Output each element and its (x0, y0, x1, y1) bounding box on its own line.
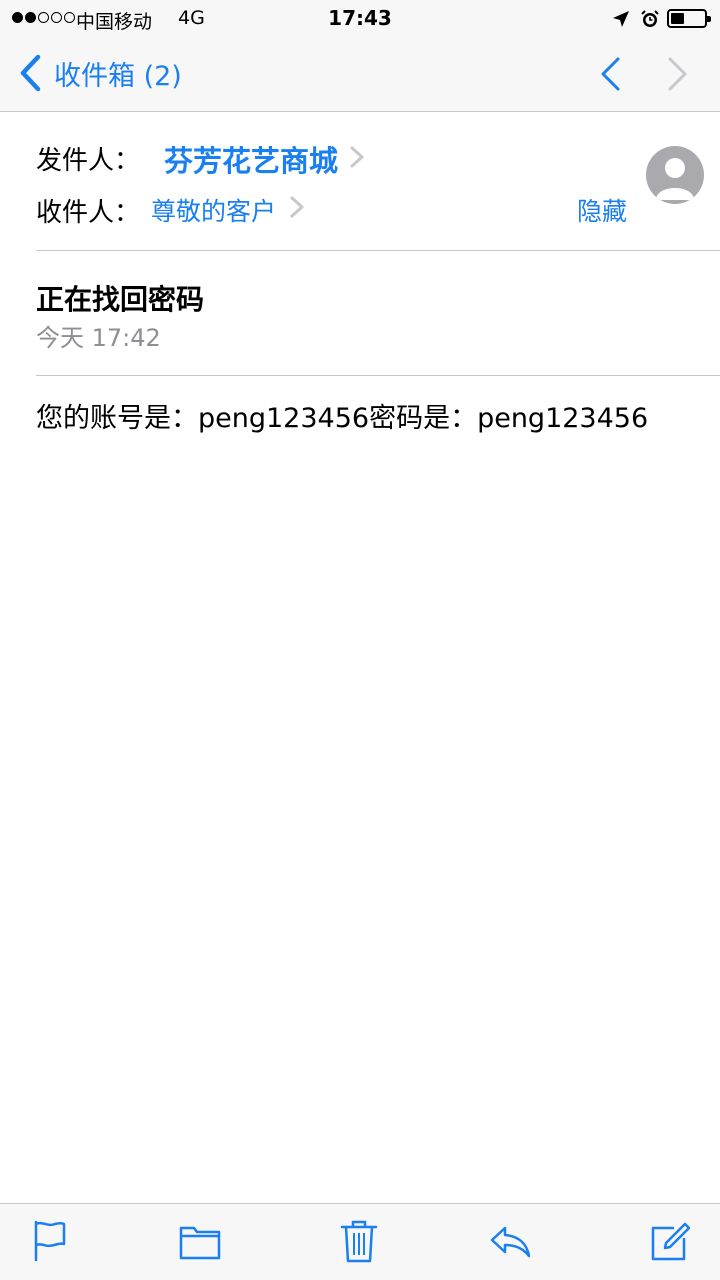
reply-icon[interactable] (489, 1218, 533, 1264)
sender-name[interactable]: 芬芳花艺商城 (164, 138, 338, 180)
chevron-left-icon (18, 53, 42, 93)
status-bar: 中国移动 4G 17:43 (0, 0, 720, 38)
chevron-right-icon (289, 196, 305, 218)
divider (36, 375, 720, 376)
top-bar: 中国移动 4G 17:43 收件箱 (2) (0, 0, 720, 112)
alarm-clock-icon (640, 9, 660, 29)
compose-icon[interactable] (648, 1218, 692, 1264)
chevron-right-icon (349, 146, 365, 168)
folder-icon[interactable] (178, 1218, 222, 1264)
hide-details-button[interactable]: 隐藏 (577, 192, 627, 228)
email-subject: 正在找回密码 (36, 283, 205, 316)
back-label: 收件箱 (2) (54, 60, 182, 92)
chevron-up-icon[interactable] (596, 56, 624, 92)
divider (36, 250, 720, 251)
person-icon (656, 158, 694, 200)
chevron-down-icon[interactable] (664, 56, 692, 92)
from-label: 发件人： (36, 146, 141, 176)
avatar[interactable] (646, 146, 704, 204)
trash-icon[interactable] (337, 1218, 381, 1264)
to-label: 收件人： (36, 198, 141, 228)
email-date: 今天 17:42 (36, 324, 161, 352)
recipient-name[interactable]: 尊敬的客户 (151, 192, 276, 228)
location-arrow-icon (612, 10, 630, 28)
battery-icon (667, 9, 711, 28)
flag-icon[interactable] (28, 1218, 72, 1264)
email-body: 您的账号是：peng123456密码是：peng123456 (36, 403, 649, 434)
bottom-toolbar (0, 1203, 720, 1280)
back-to-inbox-button[interactable]: 收件箱 (2) (18, 50, 182, 96)
